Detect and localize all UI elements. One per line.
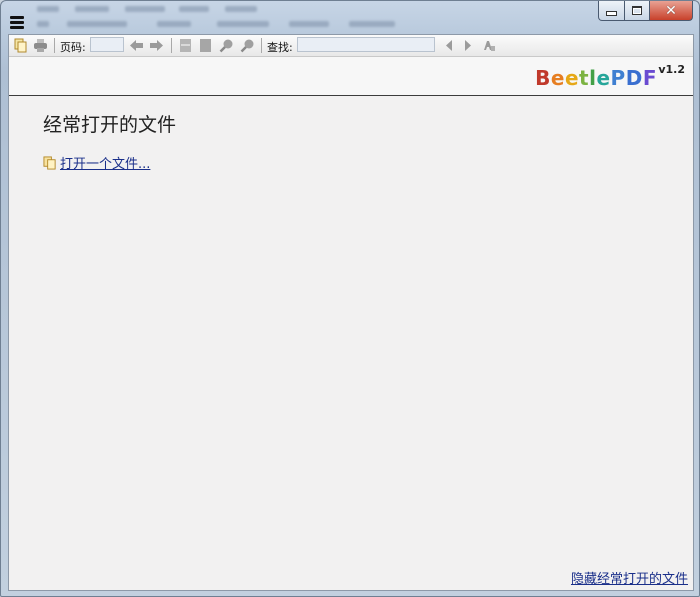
maximize-icon	[632, 6, 642, 15]
page-number-input[interactable]	[90, 37, 124, 52]
logo-letter: P	[610, 66, 626, 90]
open-file-icon	[43, 155, 56, 170]
open-file-link[interactable]: 打开一个文件...	[60, 153, 150, 172]
toolbar-separator	[261, 38, 262, 53]
logo-letter: e	[596, 66, 611, 90]
beetlepdf-logo: BeetlePDF	[535, 66, 657, 90]
zoom-out-icon[interactable]	[240, 38, 255, 53]
header-area: BeetlePDF v1.2	[9, 57, 693, 96]
minimize-button[interactable]	[598, 1, 625, 21]
open-file-row: 打开一个文件...	[43, 153, 150, 172]
window-controls: ✕	[598, 1, 693, 21]
maximize-button[interactable]	[625, 1, 650, 21]
match-case-icon[interactable]	[482, 38, 497, 53]
close-icon: ✕	[665, 2, 677, 19]
logo-letter: t	[579, 66, 590, 90]
zoom-in-icon[interactable]	[219, 38, 234, 53]
toolbar: 页码: 查找:	[9, 35, 693, 57]
facing-page-icon[interactable]	[198, 38, 213, 53]
find-label: 查找:	[267, 41, 293, 54]
find-next-icon[interactable]	[460, 38, 475, 53]
app-window: ✕ 页码: 查找: BeetlePDF v1.2 经常打开的文件 打开一个文件.…	[0, 0, 700, 597]
hide-recent-files-link[interactable]: 隐藏经常打开的文件	[571, 568, 688, 587]
logo-letter: e	[550, 66, 565, 90]
title-bar[interactable]: ✕	[1, 1, 699, 34]
menu-icon[interactable]	[10, 16, 24, 29]
find-input[interactable]	[297, 37, 435, 52]
version-label: v1.2	[658, 63, 685, 76]
logo-letter: e	[564, 66, 580, 90]
toolbar-separator	[171, 38, 172, 53]
close-button[interactable]: ✕	[650, 1, 693, 21]
logo-letter: D	[625, 66, 643, 90]
logo-letter: B	[535, 66, 551, 90]
page-label: 页码:	[60, 41, 86, 54]
client-area: 页码: 查找: BeetlePDF v1.2 经常打开的文件 打开一个文件...…	[8, 34, 694, 591]
arrow-left-icon[interactable]	[129, 38, 144, 53]
single-page-icon[interactable]	[178, 38, 193, 53]
blurred-taskbar-strip	[37, 3, 557, 31]
logo-letter: F	[642, 66, 657, 90]
minimize-icon	[606, 11, 617, 16]
printer-icon[interactable]	[33, 38, 48, 53]
arrow-right-icon[interactable]	[149, 38, 164, 53]
find-prev-icon[interactable]	[442, 38, 457, 53]
recent-files-title: 经常打开的文件	[43, 114, 177, 136]
folder-open-icon[interactable]	[13, 38, 28, 53]
toolbar-separator	[54, 38, 55, 53]
